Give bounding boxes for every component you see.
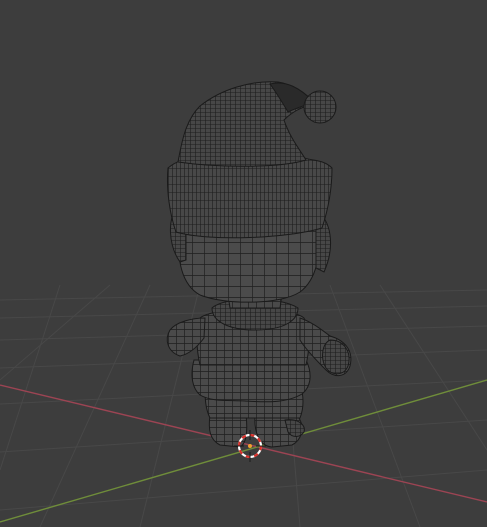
viewport-canvas[interactable] [0, 0, 487, 527]
3d-viewport[interactable] [0, 0, 487, 527]
hat-pompom [303, 90, 337, 124]
tunic-skirt [191, 359, 311, 403]
